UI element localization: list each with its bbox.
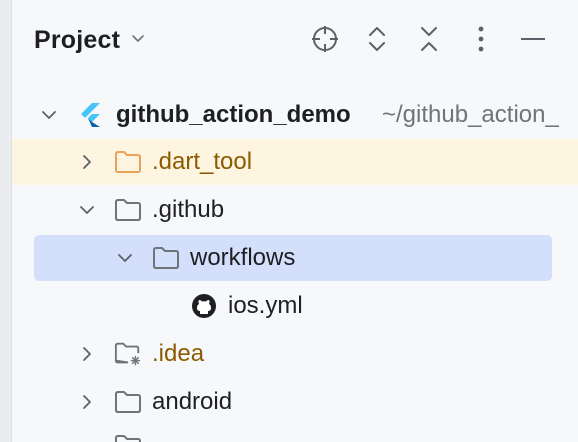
locate-button[interactable] — [308, 24, 342, 58]
tree-item-label: ios.yml — [228, 292, 303, 319]
chevron-right-icon[interactable] — [76, 151, 98, 173]
folder-icon — [114, 434, 142, 442]
tree-item-label: .idea — [152, 340, 205, 367]
tree-item-label: workflows — [190, 244, 296, 271]
tree-row-workflows[interactable]: workflows — [34, 235, 552, 281]
expand-all-button[interactable] — [360, 24, 394, 58]
minimize-icon — [519, 24, 547, 59]
tree-row-dart-tool[interactable]: .dart_tool — [12, 139, 578, 185]
collapse-all-icon — [416, 24, 442, 59]
hide-panel-button[interactable] — [516, 24, 550, 58]
tree-item-label: .github — [152, 196, 225, 223]
tree-row-root[interactable]: github_action_demo ~/github_action_ — [12, 92, 578, 138]
tree-row-github[interactable]: .github — [12, 187, 578, 233]
expand-all-icon — [364, 24, 390, 59]
root-project-name: github_action_demo — [116, 101, 351, 128]
tree-item-label: android — [152, 388, 233, 415]
root-project-path: ~/github_action_ — [382, 101, 559, 128]
tree-item-label: .dart_tool — [152, 148, 253, 175]
chevron-down-icon[interactable] — [38, 104, 60, 126]
github-icon — [190, 293, 218, 319]
folder-icon — [114, 197, 142, 223]
project-panel-header: Project — [12, 0, 578, 84]
chevron-down-icon — [130, 30, 146, 51]
chevron-right-icon[interactable] — [76, 343, 98, 365]
chevron-right-icon[interactable] — [76, 391, 98, 413]
folder-icon — [152, 245, 180, 271]
crosshair-icon — [310, 24, 340, 59]
collapse-all-button[interactable] — [412, 24, 446, 58]
tree-row-ios-yml[interactable]: ios.yml — [12, 283, 578, 329]
view-selector[interactable]: Project — [34, 26, 146, 55]
more-vertical-icon — [476, 24, 486, 59]
flutter-icon — [76, 102, 104, 128]
folder-icon — [114, 389, 142, 415]
folder-icon — [114, 149, 142, 175]
left-tool-strip — [0, 0, 12, 442]
chevron-down-icon[interactable] — [114, 247, 136, 269]
tree-row-idea[interactable]: .idea — [12, 331, 578, 377]
options-button[interactable] — [464, 24, 498, 58]
folder-settings-icon — [114, 341, 142, 367]
panel-title: Project — [34, 26, 121, 54]
chevron-down-icon[interactable] — [76, 199, 98, 221]
tree-row-android[interactable]: android — [12, 379, 578, 425]
